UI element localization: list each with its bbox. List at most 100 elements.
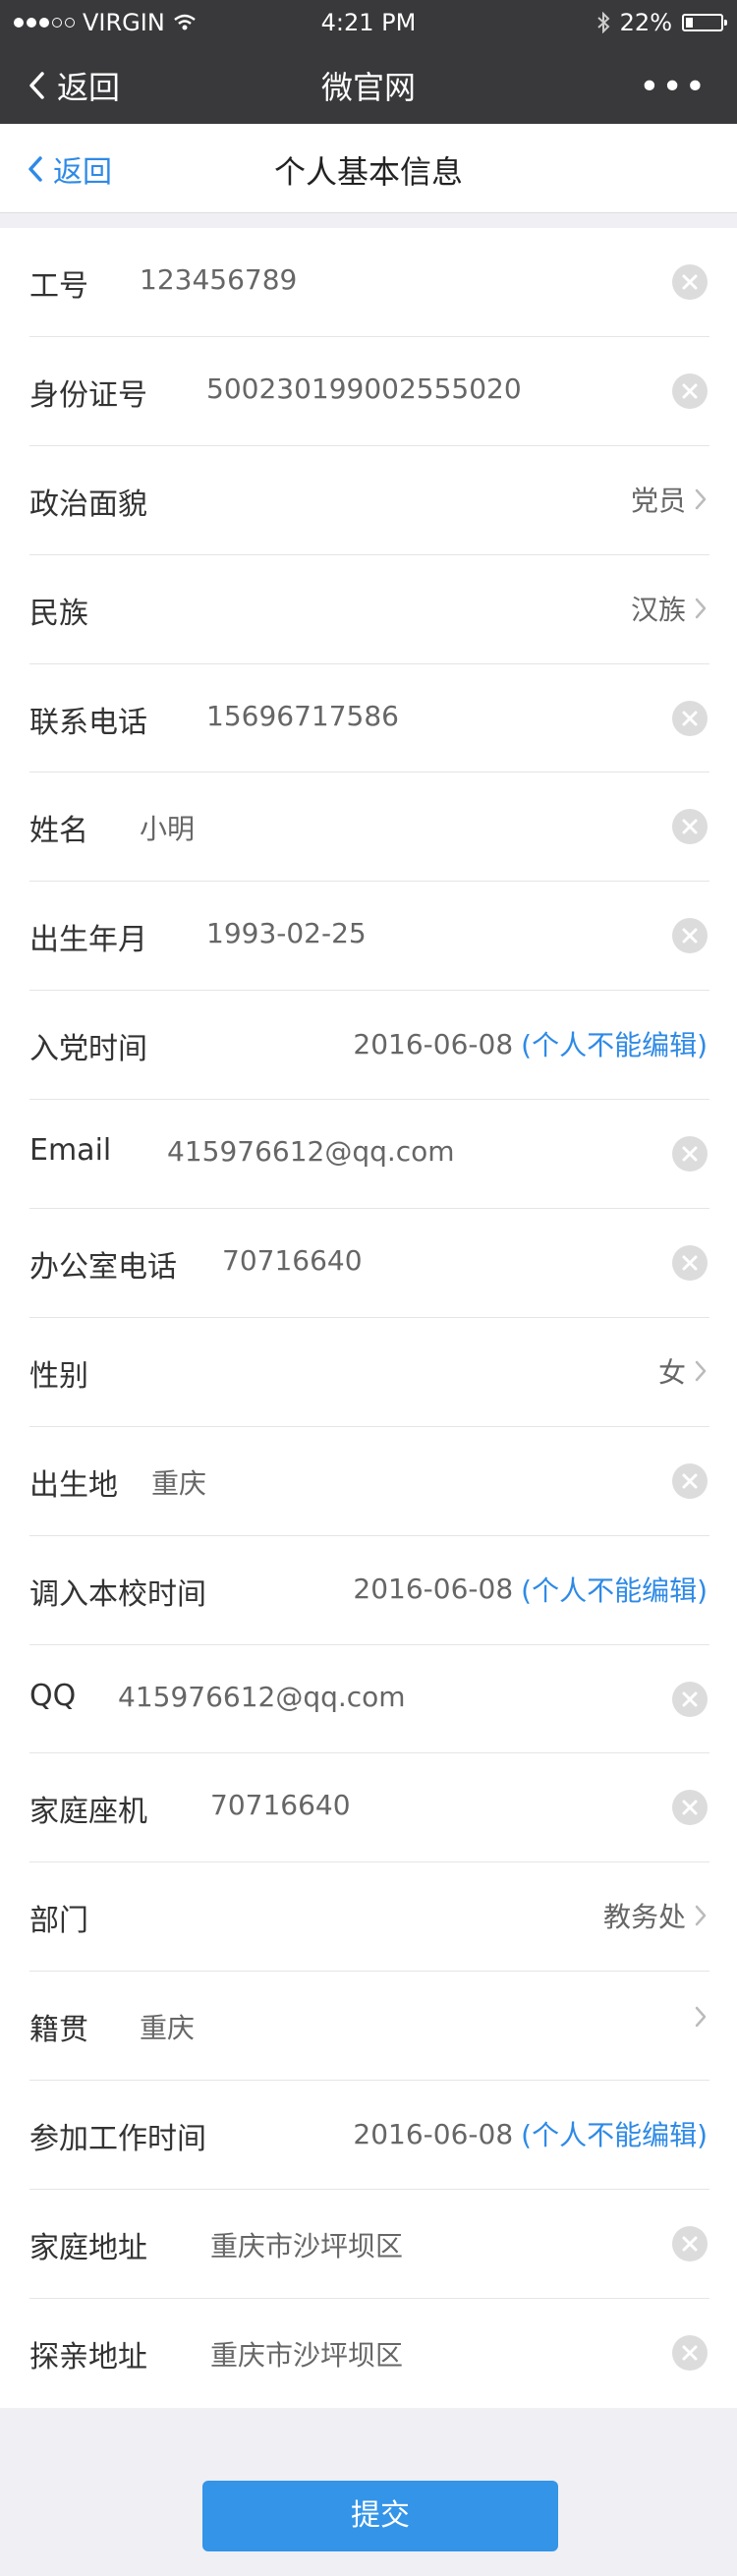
field-label: 办公室电话: [29, 1250, 177, 1286]
form-row[interactable]: 出生年月 1993-02-25: [29, 882, 709, 992]
field-select[interactable]: 教务处: [603, 1896, 708, 1935]
form-row: 参加工作时间 2016-06-08 (个人不能编辑): [29, 2081, 709, 2191]
clear-icon[interactable]: [672, 1245, 708, 1282]
form-row[interactable]: 办公室电话 70716640: [29, 1209, 709, 1318]
field-label: 参加工作时间: [29, 2122, 206, 2157]
field-value: 2016-06-08: [353, 1573, 514, 1606]
readonly-note: (个人不能编辑): [521, 1574, 708, 1607]
field-value[interactable]: 500230199002555020: [206, 372, 522, 405]
clear-icon[interactable]: [672, 372, 708, 409]
form-row[interactable]: 姓名 小明: [29, 773, 709, 883]
field-value[interactable]: 重庆: [140, 2007, 195, 2046]
page-back-label: 返回: [53, 155, 112, 190]
field-label: Email: [29, 1133, 112, 1169]
form-row[interactable]: 籍贯 重庆: [29, 1972, 709, 2082]
field-label: 家庭座机: [29, 1795, 147, 1830]
form-row: 调入本校时间 2016-06-08 (个人不能编辑): [29, 1536, 709, 1645]
form-row[interactable]: QQ 415976612@qq.com: [29, 1645, 709, 1754]
form-row[interactable]: 出生地 重庆: [29, 1427, 709, 1536]
clear-icon[interactable]: [672, 918, 708, 954]
field-value: 汉族: [630, 593, 686, 626]
field-value: 女: [657, 1355, 686, 1389]
form-row[interactable]: 政治面貌 党员: [29, 446, 709, 555]
field-value: 2016-06-08: [353, 2117, 514, 2150]
profile-form: 工号 123456789 身份证号 500230199002555020 政治面貌 党员民…: [0, 228, 737, 2408]
clear-icon[interactable]: [672, 1462, 708, 1499]
field-label: 工号: [29, 269, 88, 304]
battery-icon: [682, 14, 727, 31]
field-label: 家庭地址: [29, 2231, 147, 2266]
field-value[interactable]: 重庆市沙坪坝区: [210, 2225, 403, 2264]
field-readonly: 2016-06-08 (个人不能编辑): [353, 1024, 708, 1063]
clear-icon[interactable]: [672, 2226, 708, 2262]
field-label: 身份证号: [29, 377, 147, 413]
page-header: 返回 个人基本信息: [0, 124, 737, 213]
field-value[interactable]: 415976612@qq.com: [118, 1681, 406, 1713]
clear-icon[interactable]: [672, 700, 708, 736]
field-readonly: 2016-06-08 (个人不能编辑): [353, 1570, 708, 1609]
readonly-note: (个人不能编辑): [521, 1029, 708, 1062]
form-row[interactable]: 家庭地址 重庆市沙坪坝区: [29, 2190, 709, 2299]
field-label: 出生年月: [29, 923, 147, 958]
form-row: 入党时间 2016-06-08 (个人不能编辑): [29, 991, 709, 1101]
nav-back-label: 返回: [57, 69, 121, 106]
field-label: 探亲地址: [29, 2339, 147, 2375]
nav-back-button[interactable]: 返回: [28, 63, 120, 108]
battery-percent: 22%: [619, 9, 672, 36]
field-select[interactable]: 女: [658, 1351, 708, 1391]
form-row[interactable]: 民族 汉族: [29, 555, 709, 664]
nav-bar: 返回 微官网 •••: [0, 45, 737, 124]
field-value: 2016-06-08: [353, 1027, 514, 1060]
page-back-button[interactable]: 返回: [28, 147, 112, 191]
chevron-right-icon: [695, 598, 707, 618]
form-row[interactable]: Email 415976612@qq.com: [29, 1100, 709, 1210]
submit-button[interactable]: 提交: [202, 2481, 558, 2551]
field-value[interactable]: 1993-02-25: [206, 917, 367, 949]
field-value[interactable]: 重庆: [151, 1462, 206, 1502]
field-value: 党员: [630, 484, 686, 517]
field-readonly: 2016-06-08 (个人不能编辑): [353, 2114, 708, 2153]
chevron-right-icon: [695, 1906, 707, 1926]
form-row[interactable]: 身份证号 500230199002555020: [29, 337, 709, 446]
clear-icon[interactable]: [672, 2334, 708, 2371]
field-label: 籍贯: [29, 2013, 88, 2048]
chevron-left-icon: [29, 72, 44, 99]
field-label: 民族: [29, 596, 88, 631]
field-label: 政治面貌: [29, 487, 147, 522]
form-row[interactable]: 部门 教务处: [29, 1862, 709, 1973]
chevron-right-icon: [695, 488, 707, 510]
form-row[interactable]: 性别 女: [29, 1318, 709, 1427]
field-value[interactable]: 小明: [140, 808, 195, 847]
more-icon[interactable]: •••: [639, 67, 708, 107]
clear-icon[interactable]: [672, 1136, 708, 1173]
field-label: 入党时间: [29, 1032, 147, 1067]
bluetooth-icon: [596, 12, 610, 33]
chevron-right-icon: [695, 2007, 707, 2028]
field-value[interactable]: 重庆市沙坪坝区: [210, 2334, 403, 2374]
clear-icon[interactable]: [672, 264, 708, 300]
field-action[interactable]: [686, 2005, 708, 2029]
status-right: 22%: [596, 9, 727, 36]
field-select[interactable]: 党员: [631, 480, 708, 519]
readonly-note: (个人不能编辑): [521, 2119, 708, 2152]
field-value[interactable]: 415976612@qq.com: [167, 1135, 455, 1168]
field-label: 出生地: [29, 1467, 118, 1503]
field-label: 姓名: [29, 814, 88, 849]
field-value[interactable]: 15696717586: [206, 700, 399, 732]
form-row[interactable]: 工号 123456789: [29, 228, 709, 337]
chevron-right-icon: [695, 1360, 707, 1382]
field-value[interactable]: 70716640: [210, 1789, 351, 1821]
field-label: 联系电话: [29, 705, 147, 740]
field-label: QQ: [29, 1678, 77, 1713]
clear-icon[interactable]: [672, 809, 708, 845]
field-value[interactable]: 70716640: [222, 1244, 363, 1277]
field-label: 调入本校时间: [29, 1576, 206, 1612]
form-row[interactable]: 联系电话 15696717586: [29, 664, 709, 773]
field-value[interactable]: 123456789: [140, 263, 297, 296]
field-value: 教务处: [602, 1901, 686, 1934]
field-select[interactable]: 汉族: [631, 589, 708, 628]
form-row[interactable]: 探亲地址 重庆市沙坪坝区: [29, 2299, 709, 2408]
clear-icon[interactable]: [672, 1681, 708, 1717]
clear-icon[interactable]: [672, 1790, 708, 1826]
form-row[interactable]: 家庭座机 70716640: [29, 1753, 709, 1863]
